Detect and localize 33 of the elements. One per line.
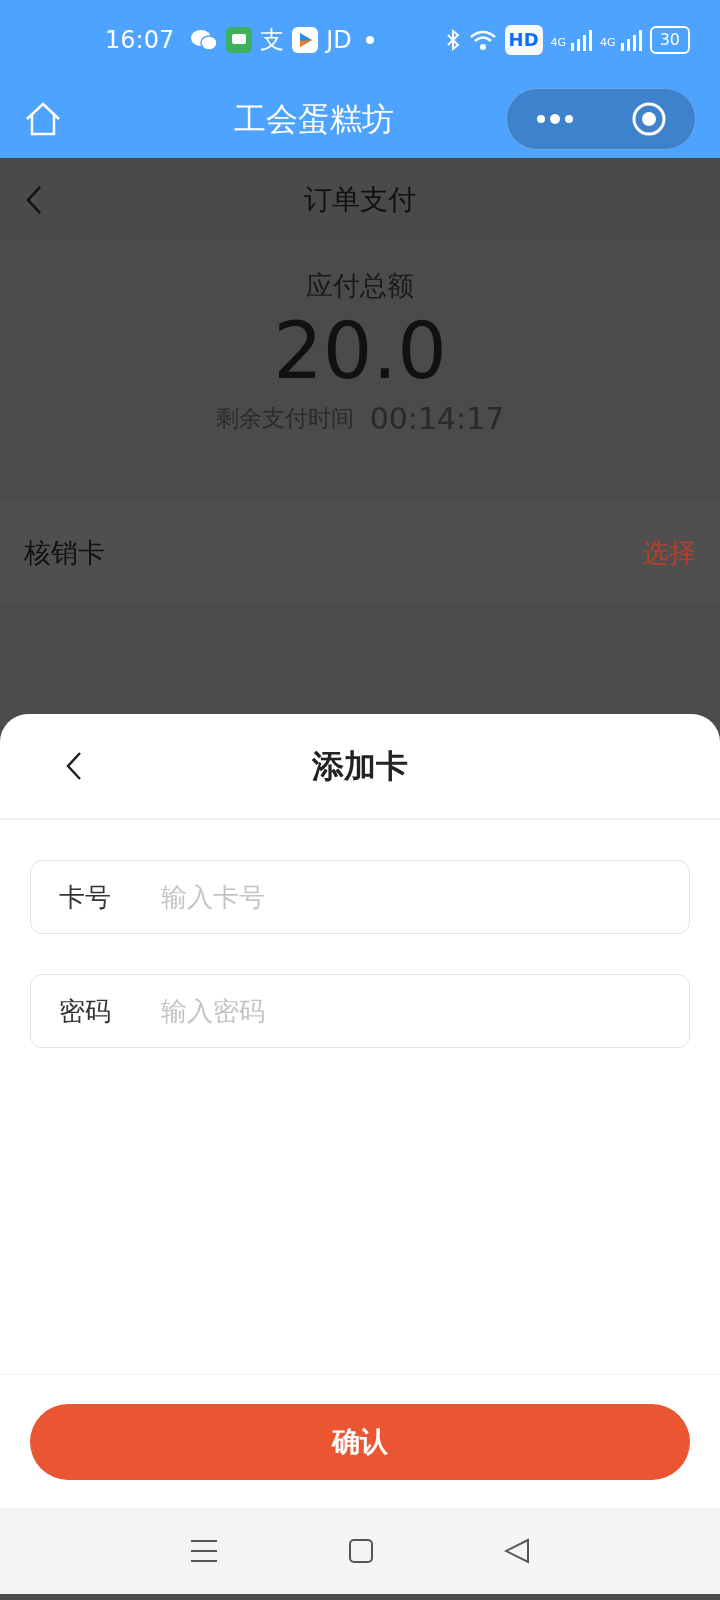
close-target-icon[interactable] [631,101,667,137]
mini-program-title: 工会蛋糕坊 [233,99,395,140]
more-icon[interactable] [535,113,575,125]
input-field[interactable]: 密码 输入密码 [30,974,690,1048]
amount-value: 20.0 [273,306,447,397]
battery-level: 30 [649,26,690,54]
sheet-title: 添加卡 [311,746,409,787]
field-label: 密码 [59,994,112,1028]
home-icon[interactable] [24,101,62,137]
input-field[interactable]: 卡号 输入卡号 [30,860,690,934]
app-glyph: 支 [260,25,285,56]
back-icon[interactable] [64,750,84,782]
status-time: 16:07 [105,25,175,56]
app-glyph: JD [326,25,352,56]
text-input[interactable]: 输入密码 [159,990,661,1032]
bluetooth-icon [444,28,461,52]
page-title: 订单支付 [303,182,417,218]
signal-bars-icon [570,29,593,51]
message-app-icon [226,27,253,53]
network-label: 4G [600,34,616,51]
menu-icon[interactable] [190,1539,218,1563]
signal-bars-icon [619,29,642,51]
card-row-label: 核销卡 [24,535,105,570]
confirm-button[interactable]: 确认 [30,1403,690,1480]
home-square-icon[interactable] [348,1538,374,1564]
play-app-icon [292,27,319,53]
hd-label: HD [504,24,543,56]
wifi-icon [468,28,497,52]
text-input[interactable]: 输入卡号 [159,876,661,918]
back-triangle-icon[interactable] [504,1538,530,1564]
network-label: 4G [550,34,567,51]
chat-bubbles-icon [190,28,219,52]
field-label: 卡号 [59,880,112,914]
